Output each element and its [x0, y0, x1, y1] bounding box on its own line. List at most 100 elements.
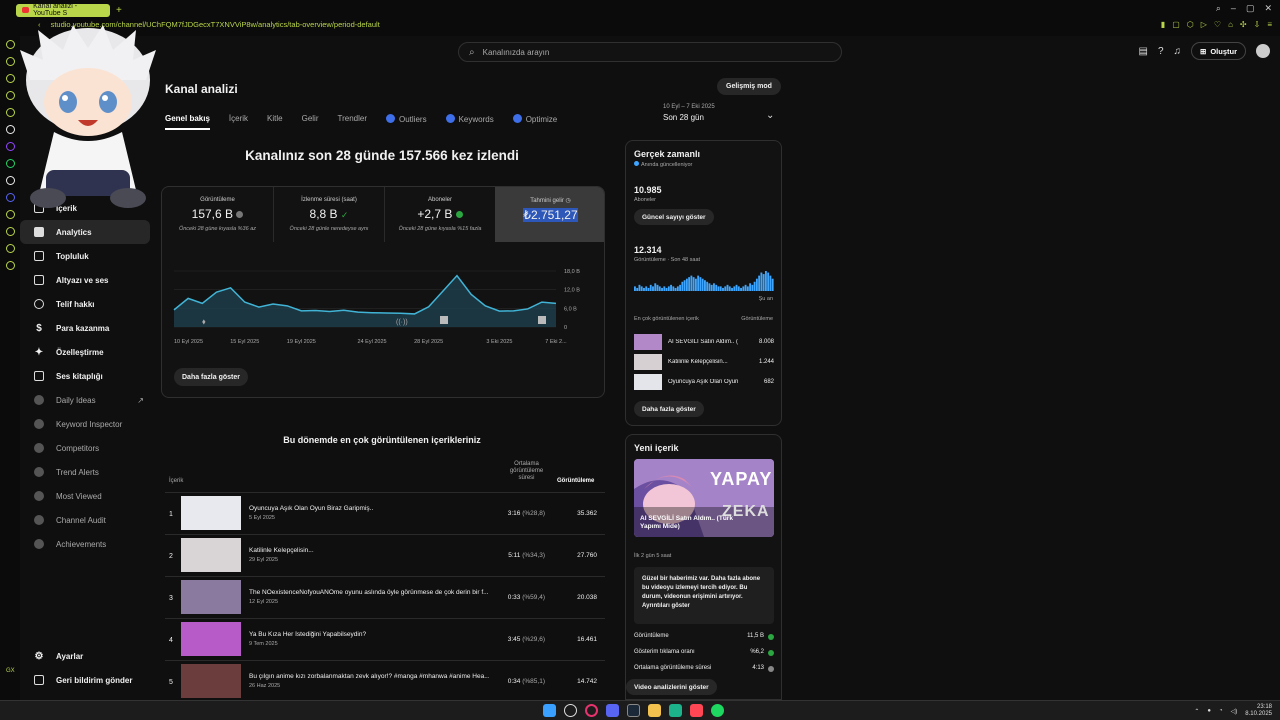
- video-thumbnail[interactable]: [181, 496, 241, 530]
- sidebar-item-settings[interactable]: ⚙ Ayarlar: [20, 644, 150, 668]
- advanced-mode-button[interactable]: Gelişmiş mod: [717, 78, 781, 95]
- list-item[interactable]: AI SEVGİLİ Satın Aldım.. (... 8.008: [634, 334, 774, 350]
- menu-icon[interactable]: ≡: [1267, 20, 1272, 29]
- bag-icon[interactable]: [5, 74, 15, 83]
- play-icon[interactable]: ▷: [1201, 20, 1207, 29]
- mic-icon[interactable]: ●: [1207, 708, 1211, 714]
- tab-outliers[interactable]: Outliers: [386, 114, 427, 128]
- clock[interactable]: 23:18 8.10.2025: [1245, 704, 1272, 718]
- steam-icon[interactable]: [627, 704, 640, 717]
- tab-trends[interactable]: Trendler: [338, 114, 368, 128]
- table-row[interactable]: 2 Katilinle Kelepçelisin... 29 Eyl 2025 5:1…: [165, 534, 605, 576]
- download-icon[interactable]: ⇩: [1254, 20, 1261, 29]
- volume-icon[interactable]: ◁): [1231, 708, 1238, 715]
- browser-tab[interactable]: Kanal analizi - YouTube S: [16, 3, 110, 17]
- show-count-button[interactable]: Güncel sayıyı göster: [634, 209, 714, 225]
- discord-icon[interactable]: [5, 193, 15, 202]
- video-title[interactable]: Ya Bu Kıza Her İstediğini Yapabilseydin?: [249, 631, 489, 638]
- sidebar-item-competitors[interactable]: Competitors: [20, 436, 150, 460]
- sidebar-item-keyword-inspector[interactable]: Keyword Inspector: [20, 412, 150, 436]
- chevron-up-icon[interactable]: ⌃: [1194, 708, 1199, 715]
- create-button[interactable]: ⊞ Oluştur: [1191, 42, 1246, 60]
- col-avg-duration[interactable]: Ortalama görüntüleme süresi: [504, 461, 549, 482]
- heart-icon[interactable]: ♡: [1214, 20, 1221, 29]
- tab-audience[interactable]: Kitle: [267, 114, 283, 128]
- shield-icon[interactable]: ⬡: [1187, 20, 1194, 29]
- sidebar-item-analytics[interactable]: Analytics: [20, 220, 150, 244]
- close-icon[interactable]: ✕: [1264, 3, 1272, 14]
- metric-subscribers[interactable]: Aboneler +2,7 B Önceki 28 güne kıyasla %…: [385, 187, 495, 242]
- spotify-icon[interactable]: [711, 704, 724, 717]
- history-icon[interactable]: [5, 210, 15, 219]
- reload-icon[interactable]: [5, 57, 15, 66]
- help-icon[interactable]: ?: [1158, 46, 1164, 57]
- sidebar-item-earn[interactable]: $ Para kazanma: [20, 316, 150, 340]
- realtime-more-button[interactable]: Daha fazla göster: [634, 401, 704, 417]
- search-icon[interactable]: ⌕: [1216, 3, 1221, 14]
- new-content-thumbnail[interactable]: YAPAY ZEKA AI SEVGİLİ Satın Aldım.. (Tür…: [634, 459, 774, 537]
- sidebar-item-community[interactable]: Topluluk: [20, 244, 150, 268]
- table-row[interactable]: 1 Oyuncuya Aşık Olan Oyun Biraz Garipmiş.…: [165, 492, 605, 534]
- windows-start-icon[interactable]: [543, 704, 556, 717]
- settings-icon[interactable]: [5, 261, 15, 270]
- sidebar-item-feedback[interactable]: Geri bildirim gönder: [20, 668, 150, 692]
- table-row[interactable]: 4 Ya Bu Kıza Her İstediğini Yapabilseydin…: [165, 618, 605, 660]
- show-more-button[interactable]: Daha fazla göster: [174, 368, 248, 386]
- chat-icon[interactable]: [5, 91, 15, 100]
- details-link[interactable]: Ayrıntıları göster: [642, 603, 690, 609]
- period-selector[interactable]: 10 Eyl – 7 Eki 2025 Son 28 gün ⌄: [663, 104, 774, 122]
- metric-views[interactable]: Görüntüleme 157,6 B Önceki 28 güne kıyas…: [162, 187, 273, 242]
- sidebar-item-audio-library[interactable]: Ses kitaplığı: [20, 364, 150, 388]
- video-title[interactable]: Oyuncuya Aşık Olan Oyun Biraz Garipmiş..: [249, 505, 489, 512]
- bell-icon[interactable]: ♫: [1174, 46, 1182, 57]
- video-title[interactable]: The NOexistenceNofyouANOme oyunu aslında…: [249, 589, 489, 596]
- arrow-icon[interactable]: [5, 125, 15, 134]
- metric-revenue[interactable]: Tahmini gelir ◷ ₺2.751,27: [495, 187, 604, 242]
- tab-revenue[interactable]: Gelir: [302, 114, 319, 128]
- video-thumbnail[interactable]: [181, 538, 241, 572]
- sidebar-item-achievements[interactable]: Achievements: [20, 532, 150, 556]
- cube-icon[interactable]: [5, 227, 15, 236]
- discord-icon[interactable]: [606, 704, 619, 717]
- bookmark-icon[interactable]: ▮: [1161, 20, 1165, 29]
- send-icon[interactable]: [5, 244, 15, 253]
- whatsapp-icon[interactable]: [5, 159, 15, 168]
- search-icon[interactable]: [564, 704, 577, 717]
- new-tab-icon[interactable]: +: [116, 5, 122, 16]
- metric-watch-time[interactable]: İzlenme süresi (saat) 8,8 B ✓ Önceki 28 …: [274, 187, 384, 242]
- app-icon[interactable]: [669, 704, 682, 717]
- col-views[interactable]: Görüntüleme: [557, 478, 594, 484]
- folder-icon[interactable]: [648, 704, 661, 717]
- tab-overview[interactable]: Genel bakış: [165, 114, 210, 130]
- extensions-icon[interactable]: ✣: [1240, 20, 1247, 29]
- avatar[interactable]: [1256, 44, 1270, 58]
- opera-gx-icon[interactable]: [585, 704, 598, 717]
- video-title[interactable]: Katilinle Kelepçelisin...: [249, 547, 489, 554]
- tab-keywords[interactable]: Keywords: [445, 114, 494, 128]
- sidebar-item-copyright[interactable]: Telif hakkı: [20, 292, 150, 316]
- sidebar-item-daily-ideas[interactable]: Daily Ideas ↗: [20, 388, 150, 412]
- maximize-icon[interactable]: ▢: [1246, 3, 1255, 14]
- table-row[interactable]: 5 Bu çılgın anime kızı zorbalanmaktan zev…: [165, 660, 605, 702]
- video-title[interactable]: Bu çılgın anime kızı zorbalanmaktan zevk…: [249, 673, 489, 680]
- sidebar-item-customization[interactable]: ✦ Özelleştirme: [20, 340, 150, 364]
- opera-icon[interactable]: [5, 40, 15, 49]
- music-icon[interactable]: [5, 108, 15, 117]
- comment-icon[interactable]: ▤: [1139, 46, 1148, 57]
- valorant-icon[interactable]: [690, 704, 703, 717]
- sidebar-item-subtitles[interactable]: Altyazı ve ses: [20, 268, 150, 292]
- video-thumbnail[interactable]: [181, 622, 241, 656]
- tab-optimize[interactable]: Optimize: [512, 114, 557, 128]
- minimize-icon[interactable]: –: [1231, 3, 1236, 14]
- video-thumbnail[interactable]: [181, 580, 241, 614]
- sidebar-item-trend-alerts[interactable]: Trend Alerts: [20, 460, 150, 484]
- screenshot-icon[interactable]: ▢: [1172, 20, 1180, 29]
- list-item[interactable]: Oyuncuya Aşık Olan Oyun ... 682: [634, 374, 774, 390]
- twitch-icon[interactable]: [5, 142, 15, 151]
- wifi-icon[interactable]: ◔: [1219, 708, 1223, 714]
- list-item[interactable]: Katilinle Kelepçelisin... 1.244: [634, 354, 774, 370]
- table-row[interactable]: 3 The NOexistenceNofyouANOme oyunu aslınd…: [165, 576, 605, 618]
- sidebar-item-channel-audit[interactable]: Channel Audit: [20, 508, 150, 532]
- home-icon[interactable]: ⌂: [1228, 20, 1233, 29]
- tab-content[interactable]: İçerik: [229, 114, 248, 128]
